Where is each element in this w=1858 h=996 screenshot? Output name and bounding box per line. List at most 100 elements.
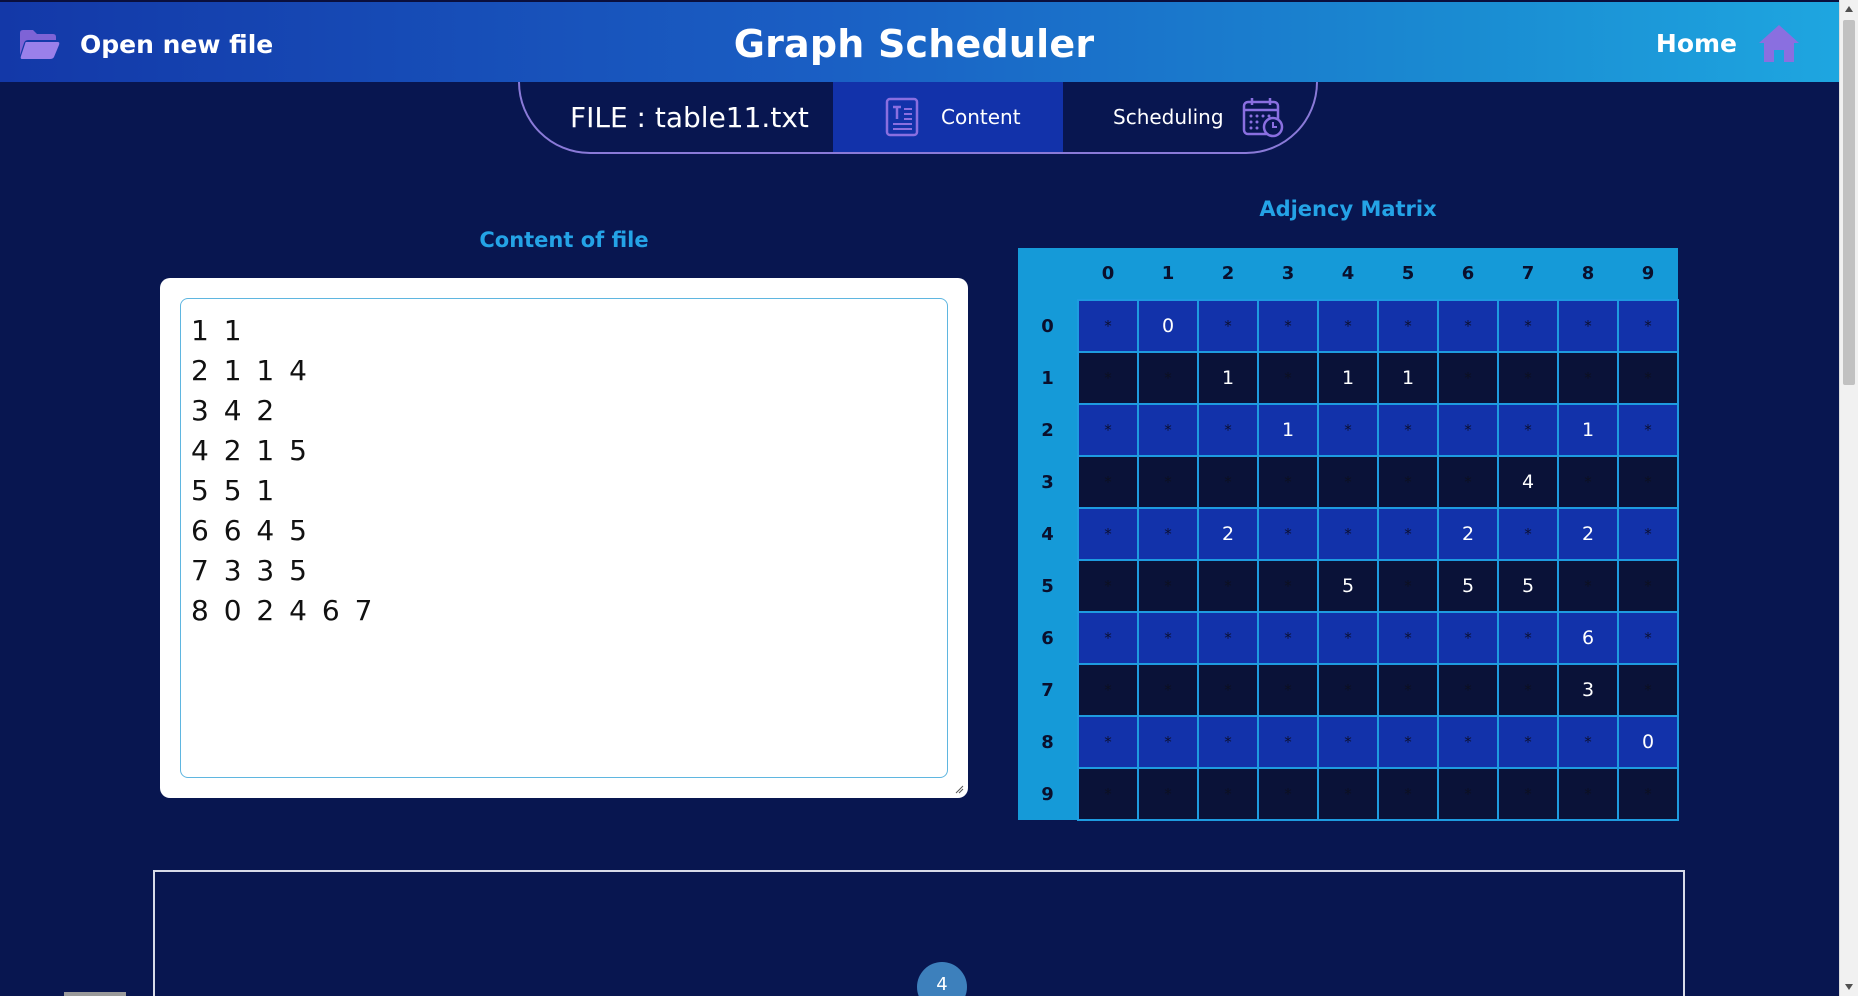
matrix-col-header: 8 [1558, 248, 1618, 300]
file-content-textarea[interactable]: 1 1 2 1 1 4 3 4 2 4 2 1 5 5 5 1 6 6 4 5 … [180, 298, 948, 778]
horizontal-scrollbar-thumb[interactable] [64, 992, 126, 996]
matrix-cell: * [1077, 351, 1139, 405]
matrix-cell: * [1077, 767, 1139, 821]
current-file-label: FILE : table11.txt [570, 101, 809, 134]
matrix-row: 6 * * * * * * * * 6 * [1018, 611, 1679, 665]
matrix-cell: * [1257, 663, 1319, 717]
graph-node[interactable]: 4 [917, 962, 967, 996]
matrix-cell: * [1497, 299, 1559, 353]
matrix-cell: * [1497, 507, 1559, 561]
matrix-col-header: 3 [1258, 248, 1318, 300]
matrix-row-header: 0 [1018, 300, 1078, 352]
tab-scheduling-label: Scheduling [1113, 105, 1224, 129]
matrix-cell: * [1437, 351, 1499, 405]
matrix-cell: * [1317, 663, 1379, 717]
matrix-cell: 2 [1197, 507, 1259, 561]
matrix-cell: * [1137, 715, 1199, 769]
matrix-cell: * [1137, 611, 1199, 665]
matrix-row-header: 5 [1018, 560, 1078, 612]
matrix-cell: * [1077, 715, 1139, 769]
matrix-cell: * [1317, 455, 1379, 509]
matrix-corner-cell [1018, 248, 1078, 300]
matrix-row-header: 4 [1018, 508, 1078, 560]
matrix-cell: 1 [1257, 403, 1319, 457]
matrix-cell: * [1077, 403, 1139, 457]
matrix-cell: 0 [1617, 715, 1679, 769]
matrix-cell: 1 [1377, 351, 1439, 405]
matrix-cell: * [1377, 767, 1439, 821]
matrix-cell: * [1497, 403, 1559, 457]
matrix-cell: * [1617, 507, 1679, 561]
matrix-cell: * [1617, 403, 1679, 457]
scroll-up-icon[interactable] [1845, 6, 1853, 12]
matrix-cell: 5 [1437, 559, 1499, 613]
matrix-cell: 0 [1137, 299, 1199, 353]
matrix-col-header: 1 [1138, 248, 1198, 300]
matrix-cell: * [1437, 663, 1499, 717]
matrix-cell: * [1317, 767, 1379, 821]
matrix-cell: * [1497, 611, 1559, 665]
matrix-cell: * [1557, 767, 1619, 821]
tab-content-label: Content [941, 105, 1021, 129]
tab-content[interactable]: Content [833, 82, 1063, 152]
scroll-down-icon[interactable] [1845, 984, 1853, 990]
tab-bar: FILE : table11.txt Content Scheduling [518, 82, 1318, 154]
matrix-cell: * [1557, 715, 1619, 769]
matrix-cell: 1 [1317, 351, 1379, 405]
matrix-cell: * [1377, 663, 1439, 717]
matrix-row: 2 * * * 1 * * * * 1 * [1018, 403, 1679, 457]
matrix-cell: * [1377, 611, 1439, 665]
matrix-cell: * [1557, 299, 1619, 353]
matrix-col-header: 6 [1438, 248, 1498, 300]
matrix-cell: * [1617, 611, 1679, 665]
matrix-cell: * [1137, 403, 1199, 457]
matrix-cell: * [1257, 351, 1319, 405]
adjacency-matrix: 0 1 2 3 4 5 6 7 8 9 0 * 0 * * * * * * * * 1 * * 1 * 1 1 * *… [1018, 248, 1679, 821]
matrix-cell: * [1197, 455, 1259, 509]
file-content-title: Content of file [479, 228, 649, 252]
matrix-cell: * [1557, 351, 1619, 405]
matrix-cell: * [1197, 663, 1259, 717]
matrix-cell: * [1257, 559, 1319, 613]
matrix-row-header: 6 [1018, 612, 1078, 664]
matrix-row: 1 * * 1 * 1 1 * * * * [1018, 351, 1679, 405]
matrix-cell: * [1197, 403, 1259, 457]
home-label: Home [1655, 28, 1737, 58]
matrix-cell: * [1377, 715, 1439, 769]
matrix-row: 7 * * * * * * * * 3 * [1018, 663, 1679, 717]
matrix-cell: * [1137, 507, 1199, 561]
tab-scheduling[interactable]: Scheduling [1113, 82, 1284, 152]
matrix-cell: * [1377, 403, 1439, 457]
matrix-row-header: 3 [1018, 456, 1078, 508]
matrix-cell: * [1377, 507, 1439, 561]
matrix-cell: * [1617, 299, 1679, 353]
matrix-cell: * [1437, 767, 1499, 821]
matrix-cell: * [1077, 611, 1139, 665]
matrix-col-header: 9 [1618, 248, 1678, 300]
matrix-cell: * [1257, 507, 1319, 561]
matrix-cell: * [1437, 611, 1499, 665]
text-document-icon [885, 97, 919, 137]
graph-panel: 4 [153, 870, 1685, 996]
matrix-cell: * [1077, 663, 1139, 717]
vertical-scrollbar[interactable] [1839, 0, 1858, 996]
matrix-row: 5 * * * * 5 * 5 5 * * [1018, 559, 1679, 613]
home-button[interactable]: Home [1656, 22, 1801, 64]
matrix-row-header: 9 [1018, 768, 1078, 820]
matrix-cell: * [1137, 663, 1199, 717]
matrix-cell: * [1077, 455, 1139, 509]
matrix-cell: * [1437, 299, 1499, 353]
matrix-cell: * [1497, 351, 1559, 405]
matrix-cell: * [1077, 507, 1139, 561]
matrix-cell: * [1617, 455, 1679, 509]
matrix-row: 3 * * * * * * * 4 * * [1018, 455, 1679, 509]
scrollbar-thumb[interactable] [1843, 20, 1855, 385]
matrix-cell: * [1437, 455, 1499, 509]
matrix-col-header: 0 [1078, 248, 1138, 300]
matrix-cell: * [1497, 715, 1559, 769]
matrix-col-header: 2 [1198, 248, 1258, 300]
matrix-row: 9 * * * * * * * * * * [1018, 767, 1679, 821]
matrix-cell: * [1197, 559, 1259, 613]
resize-grip-icon[interactable] [954, 784, 964, 794]
app-title: Graph Scheduler [733, 22, 1095, 66]
